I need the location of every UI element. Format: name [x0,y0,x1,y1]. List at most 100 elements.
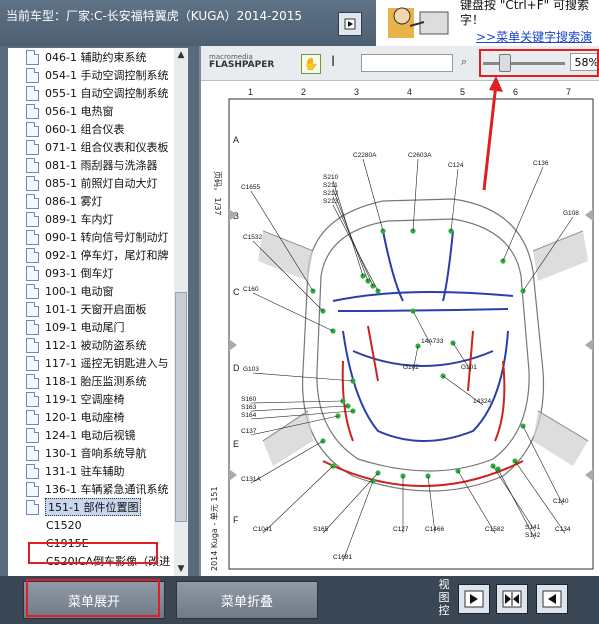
logo-line2: FLASHPAPER [209,60,275,70]
component-label: S142 [525,532,541,539]
document-icon [26,229,39,245]
current-model-title: 当前车型：厂家:C-长安福特翼虎（KUGA）2014-2015 [6,8,306,24]
highlight-box-selected-item [28,542,158,564]
tree-item-label: 056-1 电热窗 [45,105,114,118]
tree-item-label: 054-1 手动空调控制系统 [45,69,169,82]
tree-item[interactable]: 054-1 手动空调控制系统 [8,66,168,84]
scroll-down-arrow-icon[interactable]: ▼ [174,562,188,576]
document-icon [26,481,39,497]
tree-item[interactable]: 090-1 转向信号灯制动灯 [8,228,168,246]
tree-item-label: 118-1 胎压监测系统 [45,375,147,388]
component-label: G103 [243,366,259,373]
tree-item[interactable]: 055-1 自动空调控制系统 [8,84,168,102]
component-label: S163 [241,404,257,411]
tree-item[interactable]: 131-1 驻车辅助 [8,462,124,480]
tree-item[interactable]: 130-1 音响系统导航 [8,444,146,462]
document-icon [26,85,39,101]
tree-item-label: 100-1 电动窗 [45,285,114,298]
component-label: 14A733 [421,338,444,345]
tree-item-label: 046-1 辅助约束系统 [45,51,147,64]
component-label: C1655 [241,184,261,191]
grid-column-number: 3 [354,87,359,97]
document-icon [26,157,39,173]
grid-row-letter: E [233,439,239,449]
document-icon [26,373,39,389]
view-right-button[interactable] [458,584,490,614]
tree-item-label: 090-1 转向信号灯制动灯 [45,231,169,244]
tree-item[interactable]: 081-1 雨刮器与洗涤器 [8,156,157,174]
tree-item-label: 109-1 电动尾门 [45,321,125,334]
tree-item[interactable]: 089-1 车内灯 [8,210,113,228]
scroll-thumb[interactable] [175,292,187,522]
tree-item-label: 071-1 组合仪表和仪表板 [45,141,169,154]
grid-column-number: 4 [407,87,412,97]
tree-item[interactable]: 124-1 电动后视镜 [8,426,135,444]
tree-item-label: 101-1 天窗开启面板 [45,303,147,316]
tree-item-label: 120-1 电动座椅 [45,411,125,424]
collapse-menu-button[interactable]: 菜单折叠 [176,581,318,619]
tree-item[interactable]: 112-1 被动防盗系统 [8,336,146,354]
tree-item-label: 060-1 组合仪表 [45,123,125,136]
tree-item[interactable]: 085-1 前照灯自动大灯 [8,174,157,192]
component-label: C2603A [408,152,432,159]
tree-item-label: 151-1 部件位置图 [45,498,142,516]
search-icon[interactable]: ⌕ [461,55,467,69]
document-icon [26,319,39,335]
tree-item[interactable]: 151-1 部件位置图 [8,498,142,516]
side-caption: 2014 Kuga - 单元 151 [209,486,219,571]
tree-item-label: 112-1 被动防盗系统 [45,339,147,352]
tree-item[interactable]: 117-1 遥控无钥匙进入与 [8,354,168,372]
wiring-diagram[interactable]: 1234567 ABCDEF 页码， 1/37 2014 Kuga - 单元 1… [203,81,599,576]
tree-item[interactable]: 092-1 停车灯，尾灯和牌 [8,246,168,264]
tree-item[interactable]: 093-1 倒车灯 [8,264,113,282]
tree-item[interactable]: 100-1 电动窗 [8,282,113,300]
component-label: S211 [323,182,338,189]
nav-forward-button[interactable] [338,12,362,36]
arrow-right-icon [464,590,484,608]
tree-item[interactable]: 118-1 胎压监测系统 [8,372,146,390]
grid-row-letter: A [233,135,239,145]
grid-row-letter: D [233,363,240,373]
tree-scrollbar[interactable]: ▲ ▼ [174,48,188,576]
tree-item[interactable]: 060-1 组合仪表 [8,120,124,138]
tree-item[interactable]: 119-1 空调座椅 [8,390,124,408]
tree-item-label: 130-1 音响系统导航 [45,447,147,460]
tree-item-label: 092-1 停车灯，尾灯和牌 [45,249,169,262]
component-label: S210 [323,174,339,181]
tree-item[interactable]: 109-1 电动尾门 [8,318,124,336]
scroll-up-arrow-icon[interactable]: ▲ [174,48,188,62]
component-label: C1582 [485,526,505,533]
document-icon [26,337,39,353]
component-label: C127 [393,526,409,533]
tree-item-label: 093-1 倒车灯 [45,267,114,280]
tree-item[interactable]: 056-1 电热窗 [8,102,113,120]
document-icon [26,355,39,371]
tree-item[interactable]: 086-1 雾灯 [8,192,102,210]
document-icon [26,175,39,191]
tree-item-label: 081-1 雨刮器与洗涤器 [45,159,158,172]
play-icon [344,18,356,30]
tree-item-label: 124-1 电动后视镜 [45,429,136,442]
view-left-button[interactable] [536,584,568,614]
tree-item-label: 055-1 自动空调控制系统 [45,87,169,100]
hand-tool-icon[interactable]: ✋ [301,54,321,74]
component-label: C1681 [333,554,353,561]
component-label: C131A [241,476,262,483]
tree-item[interactable]: 120-1 电动座椅 [8,408,124,426]
component-label: C124 [448,162,464,169]
search-input[interactable] [361,54,453,72]
tree-item[interactable]: 101-1 天窗开启面板 [8,300,146,318]
grid-row-letter: F [233,515,239,525]
view-split-button[interactable] [496,584,528,614]
menu-tree: 046-1 辅助约束系统 054-1 手动空调控制系统 055-1 自动空调控制系统… [8,48,174,576]
document-icon [26,445,39,461]
text-select-icon[interactable]: I [331,54,335,70]
tree-item[interactable]: C1520 [8,516,82,534]
tree-item-label: 085-1 前照灯自动大灯 [45,177,158,190]
tree-item[interactable]: 046-1 辅助约束系统 [8,48,146,66]
title-model: 厂家:C-长安福特翼虎（KUGA）2014-2015 [66,9,303,23]
tree-item[interactable]: 136-1 车辆紧急通讯系统 [8,480,168,498]
component-label: C134 [555,526,571,533]
document-icon [26,49,39,65]
tree-item[interactable]: 071-1 组合仪表和仪表板 [8,138,168,156]
